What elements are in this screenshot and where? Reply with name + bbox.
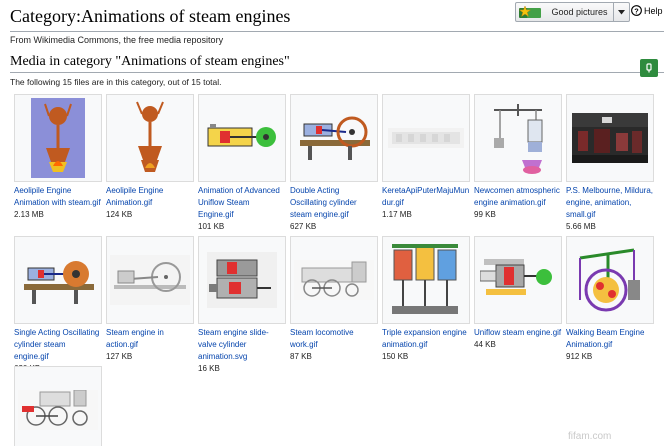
gallery-item: Double Acting Oscillating cylinder steam… [290,94,378,232]
help-label: Help [644,5,663,16]
file-thumbnail[interactable] [474,94,562,182]
file-thumbnail[interactable] [566,236,654,324]
file-name-link[interactable]: Steam engine in action.gif [106,327,194,351]
gallery-item: Animation of Advanced Uniflow Steam Engi… [198,94,286,232]
file-size: 99 KB [474,210,496,219]
file-name-link[interactable]: Triple expansion engine animation.gif [382,327,470,351]
file-size: 101 KB [198,222,225,231]
watermark: fifam.com [568,431,612,442]
file-name-link[interactable]: Steam engine slide-valve cylinder animat… [198,327,286,363]
file-thumbnail[interactable] [106,236,194,324]
file-thumbnail[interactable] [566,94,654,182]
green-action-button[interactable] [640,59,658,77]
file-thumbnail[interactable] [198,94,286,182]
file-size: 87 KB [290,352,312,361]
file-size: 1.17 MB [382,210,412,219]
gallery-item: Aeolipile Engine Animation.gif 124 KB [106,94,194,220]
file-count-text: The following 15 files are in this categ… [10,77,222,87]
star-folder-icon [516,3,546,21]
file-size: 44 KB [474,340,496,349]
file-size: 912 KB [566,352,593,361]
help-link[interactable]: ? Help [631,5,663,16]
file-name-link[interactable]: Steam locomotive work.gif [290,327,378,351]
good-pictures-button[interactable]: Good pictures [515,2,630,22]
gallery-item: Newcomen atmospheric engine animation.gi… [474,94,562,220]
file-name-link[interactable]: Double Acting Oscillating cylinder steam… [290,185,378,221]
page-title: Category:Animations of steam engines [10,6,291,26]
gallery-item: KeretaApiPuterMajuMundur.gif 1.17 MB [382,94,470,220]
file-thumbnail[interactable] [198,236,286,324]
gallery-item [14,366,102,446]
help-icon: ? [631,5,642,16]
file-size: 127 KB [106,352,133,361]
title-divider [10,31,664,32]
good-pictures-label: Good pictures [551,7,608,17]
file-thumbnail[interactable] [106,94,194,182]
section-divider [10,72,664,73]
file-thumbnail[interactable] [382,94,470,182]
share-icon [646,63,652,73]
file-size: 150 KB [382,352,409,361]
file-name-link[interactable]: Single Acting Oscillating cylinder steam… [14,327,102,363]
file-size: 627 KB [290,222,317,231]
file-name-link[interactable]: Animation of Advanced Uniflow Steam Engi… [198,185,286,221]
gallery-item: Uniflow steam engine.gif 44 KB [474,236,562,350]
gallery-item: Steam engine slide-valve cylinder animat… [198,236,286,374]
gallery-item: Single Acting Oscillating cylinder steam… [14,236,102,374]
file-thumbnail[interactable] [382,236,470,324]
svg-text:?: ? [634,6,639,15]
gallery-item: Triple expansion engine animation.gif 15… [382,236,470,362]
file-thumbnail[interactable] [474,236,562,324]
gallery-item: Steam locomotive work.gif 87 KB [290,236,378,362]
gallery-item: Walking Beam Engine Animation.gif 912 KB [566,236,654,362]
file-name-link[interactable]: Aeolipile Engine Animation with steam.gi… [14,185,102,209]
file-thumbnail[interactable] [14,366,102,446]
file-thumbnail[interactable] [290,236,378,324]
file-name-link[interactable]: P.S. Melbourne, Mildura, engine, animati… [566,185,654,221]
file-thumbnail[interactable] [290,94,378,182]
file-thumbnail[interactable] [14,94,102,182]
file-thumbnail[interactable] [14,236,102,324]
gallery-item: P.S. Melbourne, Mildura, engine, animati… [566,94,654,232]
file-name-link[interactable]: KeretaApiPuterMajuMundur.gif [382,185,470,209]
file-size: 16 KB [198,364,220,373]
file-size: 124 KB [106,210,133,219]
file-name-link[interactable]: Walking Beam Engine Animation.gif [566,327,654,351]
gallery-item: Aeolipile Engine Animation with steam.gi… [14,94,102,220]
file-name-link[interactable]: Aeolipile Engine Animation.gif [106,185,194,209]
dropdown-arrow-icon[interactable] [613,3,629,21]
site-tagline: From Wikimedia Commons, the free media r… [10,35,224,45]
file-size: 2.13 MB [14,210,44,219]
file-name-link[interactable]: Uniflow steam engine.gif [474,327,562,339]
file-name-link[interactable]: Newcomen atmospheric engine animation.gi… [474,185,562,209]
gallery-item: Steam engine in action.gif 127 KB [106,236,194,362]
section-heading: Media in category "Animations of steam e… [10,54,290,69]
file-size: 5.66 MB [566,222,596,231]
